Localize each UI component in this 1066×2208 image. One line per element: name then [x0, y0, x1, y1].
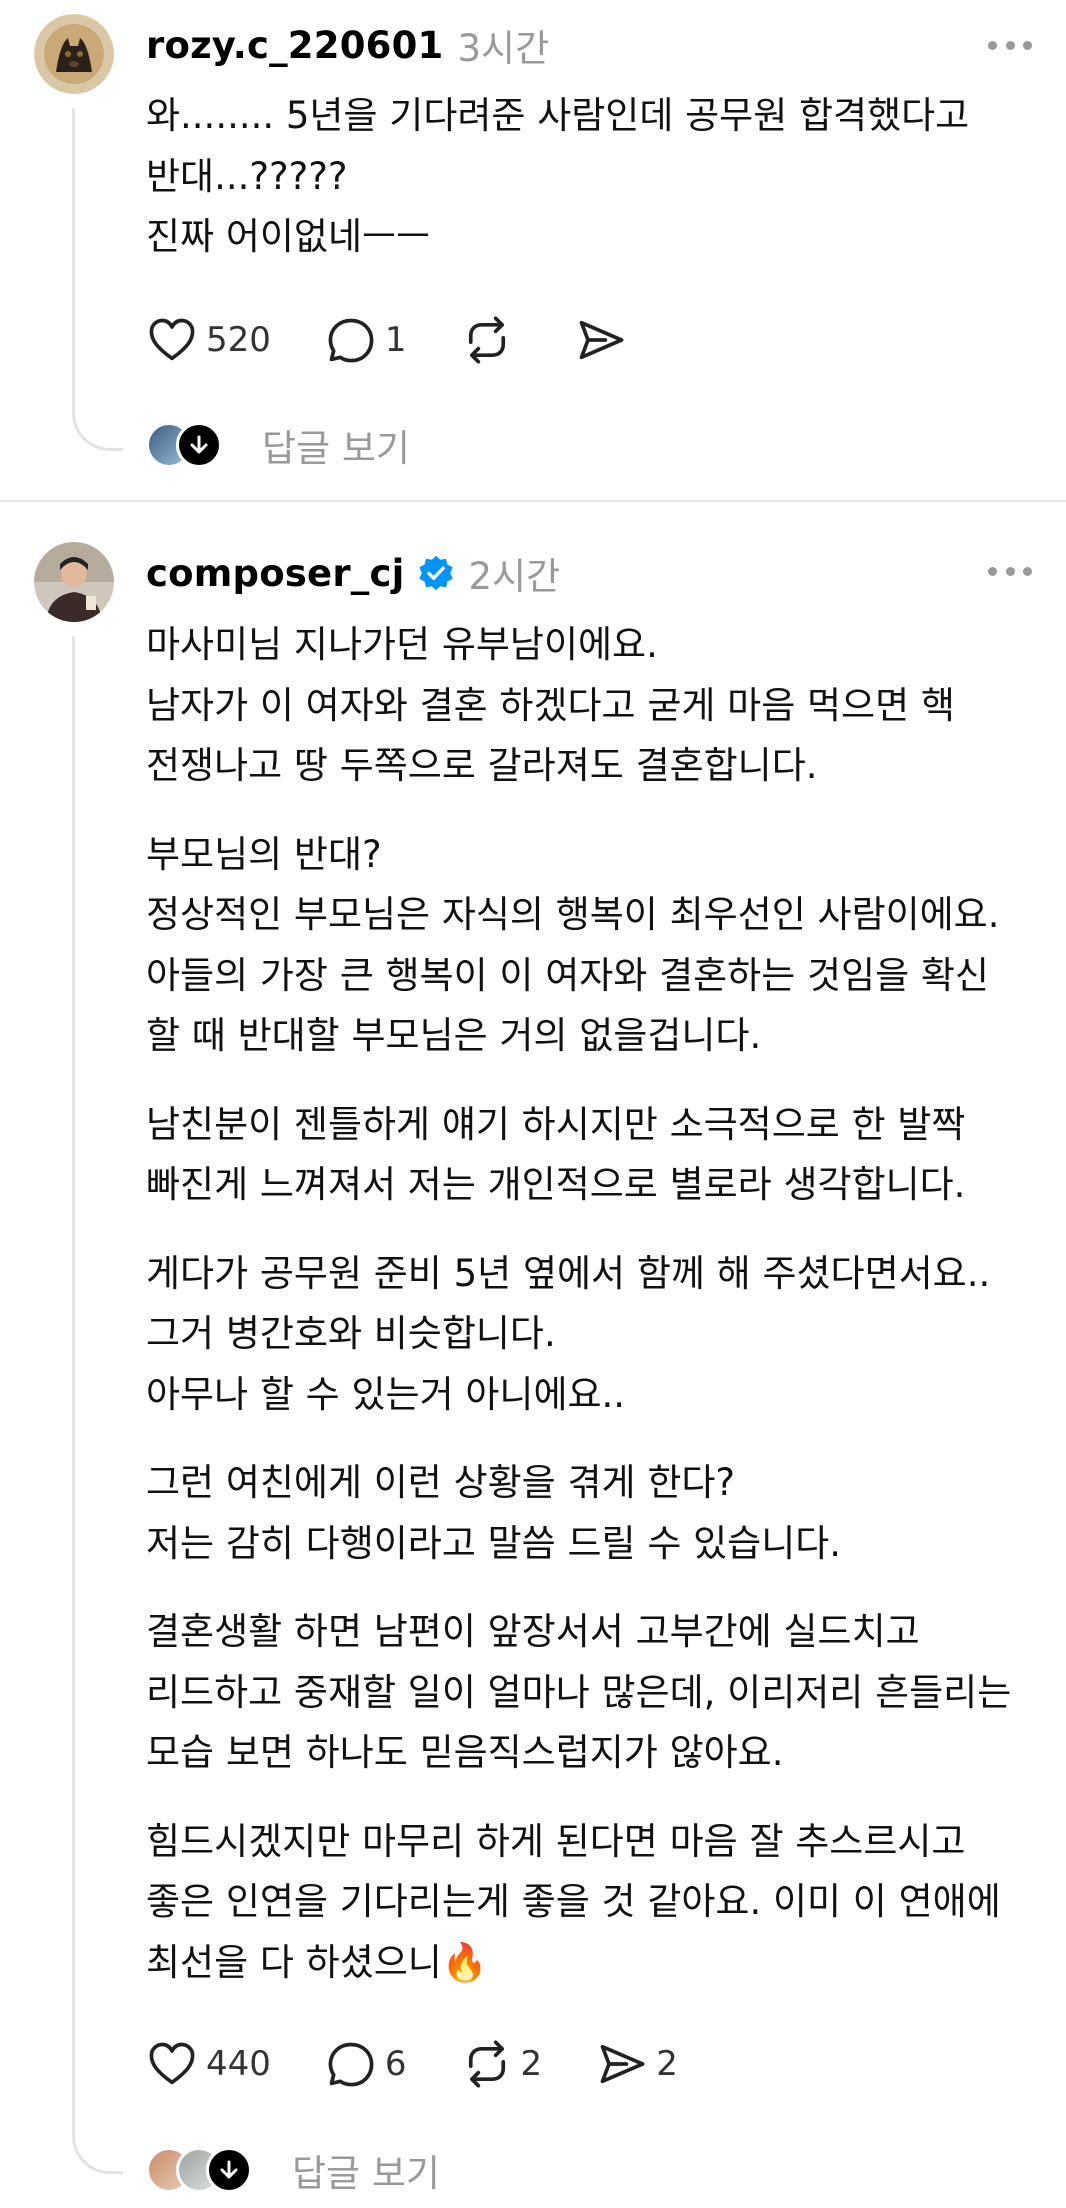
thread-line: [72, 636, 75, 2131]
paragraph: 남친분이 젠틀하게 얘기 하시지만 소극적으로 한 발짝 빠진게 느껴져서 저는…: [146, 1095, 1046, 1216]
body-line: 좋은 인연을 기다리는게 좋을 것 같아요. 이미 이 연애에: [146, 1880, 1001, 1923]
paragraph: 마사미님 지나가던 유부남이에요. 남자가 이 여자와 결혼 하겠다고 굳게 마…: [146, 615, 1046, 797]
view-replies[interactable]: 답글 보기: [146, 2143, 440, 2197]
like-button[interactable]: 440: [146, 2038, 271, 2090]
comment-count: 6: [384, 2044, 407, 2084]
body-line: 모습 보면 하나도 믿음직스럽지가 않아요.: [146, 1731, 784, 1774]
comment-icon: [328, 318, 374, 363]
body-line: 그거 병간호와 비슷합니다.: [146, 1312, 556, 1355]
paragraph: 그런 여친에게 이런 상황을 겪게 한다? 저는 감히 다행이라고 말씀 드릴 …: [146, 1453, 1046, 1574]
body-line: 힘드시겠지만 마무리 하게 된다면 마음 잘 추스르시고: [146, 1819, 966, 1863]
body-line: 부모님의 반대?: [146, 832, 382, 876]
share-icon: [579, 320, 623, 360]
body-line: 저는 감히 다행이라고 말씀 드릴 수 있습니다.: [146, 1521, 842, 1565]
body-line: 마사미님 지나가던 유부남이에요.: [146, 623, 658, 666]
post-body: 마사미님 지나가던 유부남이에요. 남자가 이 여자와 결혼 하겠다고 굳게 마…: [146, 615, 1046, 2021]
body-line: 아무나 할 수 있는거 아니에요..: [146, 1372, 626, 1416]
like-count: 520: [206, 320, 271, 360]
post-composer: composer_cj 2시간 마사미님 지나가던 유부남이에요. 남자가 이 …: [0, 502, 1066, 2208]
post-rozy: rozy.c_220601 3시간 와........ 5년을 기다려준 사람인…: [0, 0, 1066, 500]
body-line: 진짜 어이없네ㅡㅡ: [146, 215, 431, 258]
post-header: rozy.c_220601 3시간: [146, 20, 550, 71]
comment-count: 1: [384, 320, 407, 360]
share-button[interactable]: [575, 314, 635, 366]
action-bar: 520 1: [146, 314, 689, 366]
share-icon: [600, 2044, 645, 2084]
more-icon[interactable]: [988, 38, 1032, 52]
view-replies-label: 답글 보기: [262, 427, 410, 470]
share-count: 2: [656, 2044, 678, 2084]
paragraph: 힘드시겠지만 마무리 하게 된다면 마음 잘 추스르시고 좋은 인연을 기다리는…: [146, 1812, 1046, 1994]
avatar[interactable]: [34, 542, 114, 622]
like-button[interactable]: 520: [146, 314, 271, 366]
paragraph: 부모님의 반대? 정상적인 부모님은 자식의 행복이 최우선인 사람이에요. 아…: [146, 825, 1046, 1067]
body-line: 결혼생활 하면 남편이 앞장서서 고부간에 실드치고: [146, 1610, 920, 1653]
avatar[interactable]: [34, 14, 114, 94]
body-line: 게다가 공무원 준비 5년 옆에서 함께 해 주셨다면서요..: [146, 1251, 991, 1295]
body-line: 반대...?????: [146, 154, 348, 198]
comment-button[interactable]: 6: [325, 2038, 407, 2090]
thread-curve: [72, 2131, 123, 2174]
view-replies[interactable]: 답글 보기: [146, 418, 410, 472]
body-line: 리드하고 중재할 일이 얼마나 많은데, 이리저리 흔들리는: [146, 1670, 1012, 1714]
post-body: 와........ 5년을 기다려준 사람인데 공무원 합격했다고 반대...?…: [146, 86, 1046, 268]
username[interactable]: composer_cj: [146, 552, 405, 595]
repost-count: 2: [520, 2044, 543, 2084]
more-icon[interactable]: [988, 564, 1032, 578]
action-bar: 440 6 2 2: [146, 2038, 732, 2090]
body-line: 남친분이 젠틀하게 얘기 하시지만 소극적으로 한 발짝: [146, 1102, 966, 1146]
thread-line: [72, 108, 75, 408]
comment-icon: [328, 2042, 374, 2087]
body-line: 와........ 5년을 기다려준 사람인데 공무원 합격했다고: [146, 94, 970, 137]
body-line: 남자가 이 여자와 결혼 하겠다고 굳게 마음 먹으면 핵: [146, 683, 955, 727]
timestamp: 3시간: [457, 27, 550, 70]
paragraph: 게다가 공무원 준비 5년 옆에서 함께 해 주셨다면서요.. 그거 병간호와 …: [146, 1244, 1046, 1426]
chevron-down-icon: [206, 2147, 252, 2193]
body-line: 최선을 다 하셨으니🔥: [146, 1940, 488, 1984]
body-line: 정상적인 부모님은 자식의 행복이 최우선인 사람이에요.: [146, 893, 1000, 936]
like-count: 440: [206, 2044, 271, 2084]
post-header: composer_cj 2시간: [146, 548, 561, 599]
share-button[interactable]: 2: [596, 2038, 678, 2090]
body-line: 그런 여친에게 이런 상황을 겪게 한다?: [146, 1461, 736, 1504]
view-replies-label: 답글 보기: [292, 2152, 440, 2195]
body-line: 아들의 가장 큰 행복이 이 여자와 결혼하는 것임을 확신: [146, 953, 989, 997]
thread-curve: [72, 408, 123, 451]
body-line: 할 때 반대할 부모님은 거의 없을겁니다.: [146, 1014, 762, 1057]
body-line: 전쟁나고 땅 두쪽으로 갈라져도 결혼합니다.: [146, 744, 818, 787]
paragraph: 결혼생활 하면 남편이 앞장서서 고부간에 실드치고 리드하고 중재할 일이 얼…: [146, 1602, 1046, 1784]
timestamp: 2시간: [468, 555, 561, 598]
chevron-down-icon: [176, 422, 222, 468]
repost-icon: [468, 316, 505, 364]
comment-button[interactable]: 1: [325, 314, 407, 366]
repost-icon: [468, 2040, 505, 2088]
repost-button[interactable]: 2: [461, 2038, 543, 2090]
heart-icon: [149, 2042, 195, 2085]
repost-button[interactable]: [461, 314, 521, 366]
heart-icon: [149, 318, 195, 361]
body-line: 빠진게 느껴져서 저는 개인적으로 별로라 생각합니다.: [146, 1163, 966, 1206]
username[interactable]: rozy.c_220601: [146, 24, 443, 67]
verified-badge-icon: [417, 554, 455, 592]
